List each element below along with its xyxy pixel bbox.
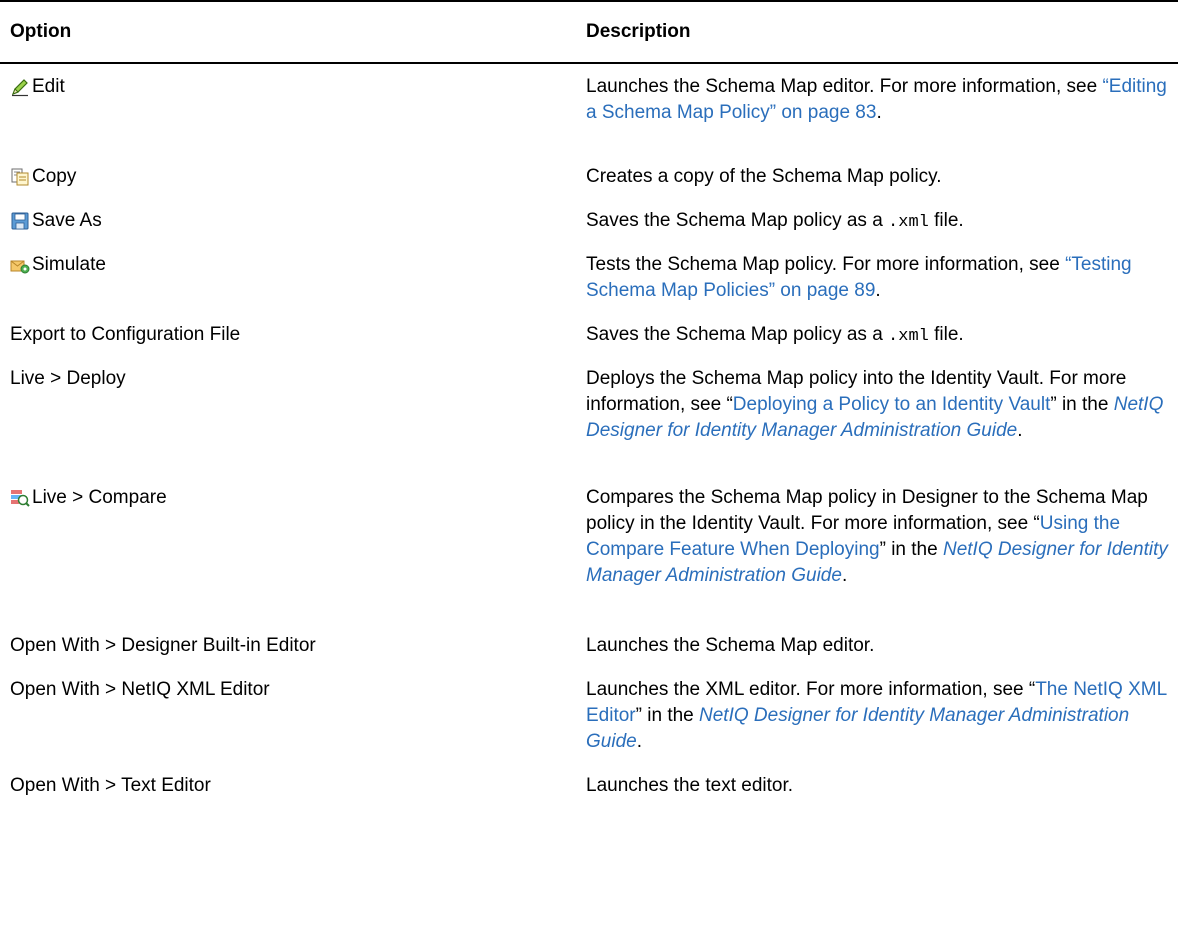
option-label: Edit [32, 76, 65, 97]
table-row: Edit Launches the Schema Map editor. For… [0, 63, 1178, 154]
option-label: Live > Compare [32, 487, 167, 508]
table-row: Live > Deploy Deploys the Schema Map pol… [0, 356, 1178, 475]
option-live-compare: Live > Compare [10, 485, 167, 511]
save-icon [10, 211, 30, 231]
option-simulate: Simulate [10, 252, 106, 278]
table-row: Open With > Text Editor Launches the tex… [0, 763, 1178, 807]
header-option: Option [10, 21, 72, 42]
pencil-icon [10, 77, 30, 97]
option-label: Simulate [32, 254, 106, 275]
options-table: Option Description Edit Launches the Sch… [0, 0, 1178, 807]
table-row: Open With > Designer Built-in Editor Lau… [0, 623, 1178, 667]
table-row: Save As Saves the Schema Map policy as a… [0, 198, 1178, 242]
description-cell: Launches the Schema Map editor. For more… [586, 76, 1167, 123]
compare-icon [10, 488, 30, 508]
option-label: Copy [32, 166, 77, 187]
code-xml: .xml [888, 213, 929, 232]
option-save-as: Save As [10, 208, 102, 234]
option-copy: Copy [10, 164, 76, 190]
description-cell: Saves the Schema Map policy as a .xml fi… [586, 210, 964, 232]
option-label: Save As [32, 210, 102, 231]
description-cell: Compares the Schema Map policy in Design… [586, 487, 1168, 586]
code-xml: .xml [888, 327, 929, 346]
document-page: Option Description Edit Launches the Sch… [0, 0, 1188, 940]
description-cell: Saves the Schema Map policy as a .xml fi… [586, 324, 964, 346]
description-cell: Deploys the Schema Map policy into the I… [586, 368, 1164, 441]
table-row: Live > Compare Compares the Schema Map p… [0, 475, 1178, 623]
table-row: Open With > NetIQ XML Editor Launches th… [0, 667, 1178, 763]
description-cell: Tests the Schema Map policy. For more in… [586, 254, 1132, 301]
description-cell: Launches the text editor. [586, 775, 794, 796]
option-label: Open With > Text Editor [10, 775, 211, 796]
option-label: Open With > NetIQ XML Editor [10, 679, 270, 700]
table-row: Simulate Tests the Schema Map policy. Fo… [0, 242, 1178, 312]
copy-icon [10, 167, 30, 187]
table-row: Copy Creates a copy of the Schema Map po… [0, 154, 1178, 198]
description-cell: Launches the Schema Map editor. [586, 635, 875, 656]
table-header-row: Option Description [0, 1, 1178, 63]
simulate-icon [10, 255, 30, 275]
header-description: Description [586, 21, 691, 42]
option-label: Open With > Designer Built-in Editor [10, 635, 316, 656]
link-deploying-policy[interactable]: Deploying a Policy to an Identity Vault [733, 394, 1051, 415]
table-row: Export to Configuration File Saves the S… [0, 312, 1178, 356]
option-edit: Edit [10, 74, 65, 100]
option-label: Export to Configuration File [10, 324, 241, 345]
description-cell: Creates a copy of the Schema Map policy. [586, 166, 942, 187]
description-cell: Launches the XML editor. For more inform… [586, 679, 1167, 752]
option-label: Live > Deploy [10, 368, 126, 389]
